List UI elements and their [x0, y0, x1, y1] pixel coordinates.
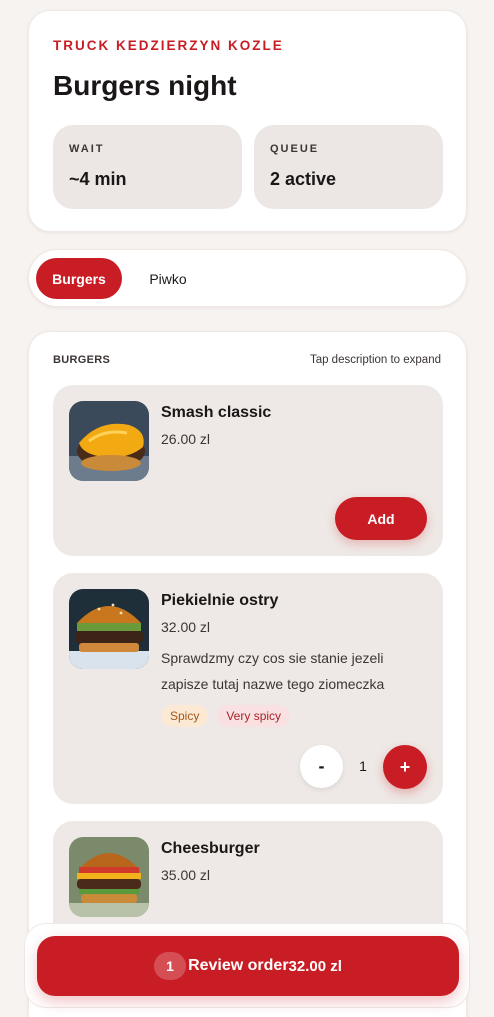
decrease-quantity-button[interactable]: - — [300, 745, 343, 788]
item-name: Smash classic — [161, 404, 272, 421]
add-button[interactable]: Add — [335, 497, 427, 540]
wait-value: ~4 min — [69, 169, 127, 189]
menu-section: BURGERS Tap description to expand Smash … — [28, 331, 467, 1017]
category-tabs: Burgers Piwko — [28, 249, 467, 307]
truck-name: TRUCK KEDZIERZYN KOZLE — [53, 38, 284, 53]
item-price: 35.00 zl — [161, 867, 211, 883]
review-order-label: Review order — [188, 957, 289, 974]
tag-very-spicy: Very spicy — [217, 705, 291, 727]
quantity-value: 1 — [359, 758, 367, 774]
section-hint: Tap description to expand — [309, 354, 441, 366]
tab-burgers[interactable]: Burgers — [36, 258, 122, 299]
item-tags: Spicy Very spicy — [161, 705, 291, 727]
item-name: Cheesburger — [161, 840, 260, 857]
wait-stat: WAIT ~4 min — [53, 125, 242, 209]
review-order-button[interactable]: 1 Review order 32.00 zl — [37, 936, 459, 996]
order-total: 32.00 zl — [288, 957, 342, 975]
queue-label: QUEUE — [270, 143, 320, 155]
burger-image — [69, 589, 149, 669]
item-description[interactable]: Sprawdzmy czy cos sie stanie jezeli zapi… — [161, 645, 431, 697]
item-price: 32.00 zl — [161, 619, 211, 635]
section-title: BURGERS — [53, 354, 111, 366]
event-header-card: TRUCK KEDZIERZYN KOZLE Burgers night WAI… — [28, 10, 467, 232]
item-price: 26.00 zl — [161, 431, 211, 447]
queue-stat: QUEUE 2 active — [254, 125, 443, 209]
tab-piwko[interactable]: Piwko — [132, 258, 204, 299]
order-footer: 1 Review order 32.00 zl — [24, 923, 470, 1008]
wait-label: WAIT — [69, 143, 105, 155]
menu-item: Smash classic 26.00 zl Add — [53, 385, 443, 556]
tag-spicy: Spicy — [161, 705, 209, 727]
menu-item: Piekielnie ostry 32.00 zl Sprawdzmy czy … — [53, 573, 443, 804]
burger-image — [69, 401, 149, 481]
queue-value: 2 active — [270, 169, 337, 189]
item-name: Piekielnie ostry — [161, 592, 279, 609]
cart-count-badge: 1 — [154, 952, 187, 980]
event-title: Burgers night — [53, 70, 237, 101]
burger-image — [69, 837, 149, 917]
increase-quantity-button[interactable]: + — [383, 745, 427, 789]
